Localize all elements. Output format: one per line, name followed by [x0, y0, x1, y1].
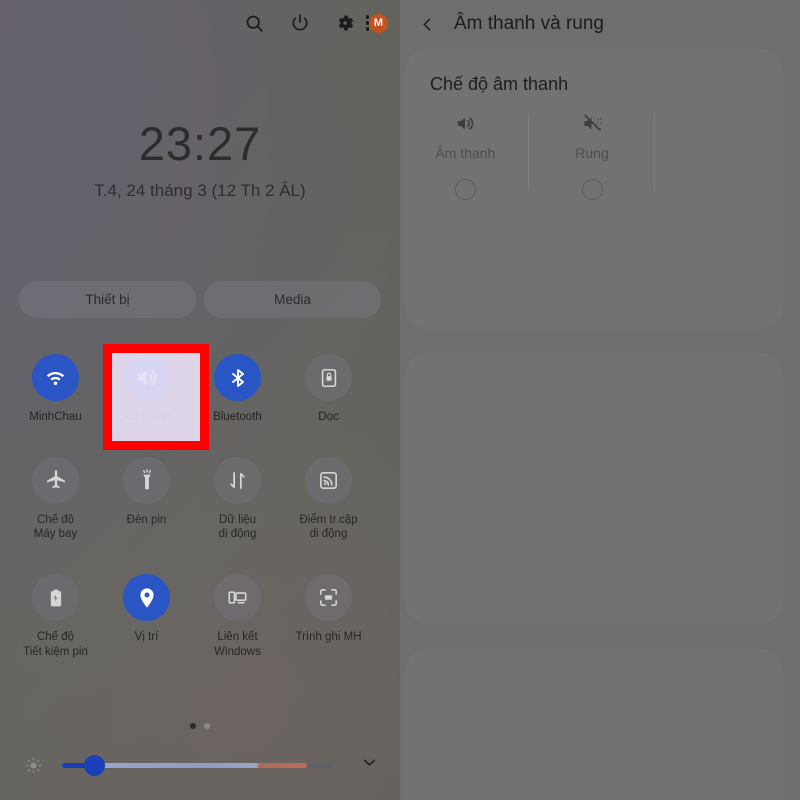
radio-sound[interactable]	[454, 179, 476, 200]
page-dot[interactable]	[204, 723, 210, 729]
tile-label: Dữ liệu di động	[218, 513, 257, 541]
sound-mode-option-mute-slot	[655, 105, 782, 223]
brightness-slider-row	[0, 745, 400, 785]
tile-label: Liên kết Windows	[214, 631, 261, 658]
radio-vibrate[interactable]	[581, 179, 603, 200]
page-indicator	[0, 723, 400, 729]
tile-bluetooth[interactable]: Bluetooth	[192, 350, 283, 425]
brightness-icon	[24, 756, 42, 774]
search-icon[interactable]	[243, 11, 267, 35]
tile-label: MinhChau	[29, 411, 82, 423]
quick-tile-grid: MinhChau Âm thanh Blue	[10, 350, 390, 660]
tile-label: Điểm tr.cập di động	[299, 513, 358, 541]
airplane-icon	[32, 456, 79, 504]
brightness-slider[interactable]	[62, 754, 332, 776]
sound-mode-options: Âm thanh Rung	[402, 105, 782, 223]
avatar[interactable]: M	[369, 13, 388, 33]
quick-settings-topbar: M	[243, 11, 388, 35]
tile-label: Chế độ Tiết kiệm pin	[23, 631, 88, 658]
quick-tile-row-1: MinhChau Âm thanh Blue	[10, 350, 390, 425]
tile-battery-saver[interactable]: Chế độ Tiết kiệm pin	[10, 570, 101, 659]
power-icon[interactable]	[288, 11, 312, 35]
quick-settings-panel: M 23:27 T.4, 24 tháng 3 (12 Th 2 ÂL) Thi…	[0, 0, 400, 800]
tile-hotspot[interactable]: Điểm tr.cập di động	[283, 453, 374, 542]
page-dot-active[interactable]	[190, 723, 196, 729]
tile-label: Trình ghi MH	[295, 631, 362, 644]
volume-up-icon	[454, 105, 477, 141]
brightness-knob[interactable]	[84, 754, 105, 776]
tile-label: Vị trí	[134, 631, 159, 644]
chevron-left-icon[interactable]	[418, 15, 436, 33]
ringtone-card	[404, 352, 784, 625]
tile-link-to-windows[interactable]: Liên kết Windows	[192, 570, 283, 659]
bluetooth-icon	[214, 354, 261, 401]
link-to-windows-icon	[214, 574, 261, 622]
wifi-icon	[32, 354, 79, 401]
clock-date: T.4, 24 tháng 3 (12 Th 2 ÂL)	[94, 181, 306, 200]
vibrate-icon	[581, 105, 604, 141]
tile-rotation-lock[interactable]: Dọc	[283, 350, 374, 425]
location-pin-icon	[123, 574, 170, 622]
sound-mode-option-vibrate[interactable]: Rung	[529, 105, 656, 223]
quick-tile-row-3: Chế độ Tiết kiệm pin Vị trí Liên kết Win…	[10, 570, 390, 659]
flashlight-icon	[123, 456, 170, 504]
mobile-data-icon	[214, 456, 261, 504]
chevron-down-icon[interactable]	[360, 753, 379, 777]
tile-label: Bluetooth	[213, 411, 262, 423]
sound-mode-label: Âm thanh	[435, 145, 496, 161]
quick-tile-row-2: Chế độ Máy bay Đèn pin Dữ liệu di động Đ…	[10, 453, 390, 542]
vibration-card	[404, 648, 784, 800]
page-title: Âm thanh và rung	[454, 13, 604, 34]
sound-settings-screen: Âm thanh và rung Chế độ âm thanh Âm than…	[400, 0, 800, 800]
settings-header: Âm thanh và rung	[400, 0, 800, 48]
hotspot-icon	[305, 456, 352, 504]
gear-icon[interactable]	[333, 11, 357, 35]
battery-saver-icon	[32, 574, 79, 622]
tile-label: Chế độ Máy bay	[33, 513, 78, 541]
sound-mode-option-sound[interactable]: Âm thanh	[402, 105, 529, 223]
pill-media[interactable]: Media	[204, 281, 381, 318]
section-title-sound-mode: Chế độ âm thanh	[430, 74, 569, 94]
tile-label: Dọc	[318, 411, 339, 423]
tile-airplane-mode[interactable]: Chế độ Máy bay	[10, 453, 101, 542]
clock-block: 23:27 T.4, 24 tháng 3 (12 Th 2 ÂL)	[0, 120, 400, 201]
tile-flashlight[interactable]: Đèn pin	[101, 453, 192, 542]
sound-tile-highlight-fill	[112, 353, 200, 441]
pill-device[interactable]: Thiết bị	[19, 281, 196, 318]
tile-location[interactable]: Vị trí	[101, 570, 192, 659]
screen-recorder-icon	[305, 574, 352, 622]
sound-mode-label: Rung	[575, 145, 609, 161]
rotation-lock-icon	[305, 354, 352, 401]
device-media-pills: Thiết bị Media	[19, 281, 381, 318]
tile-mobile-data[interactable]: Dữ liệu di động	[192, 453, 283, 542]
tile-label: Đèn pin	[126, 513, 167, 526]
clock-time: 23:27	[138, 117, 262, 170]
tile-wifi[interactable]: MinhChau	[10, 350, 101, 425]
tile-screen-recorder[interactable]: Trình ghi MH	[283, 570, 374, 659]
